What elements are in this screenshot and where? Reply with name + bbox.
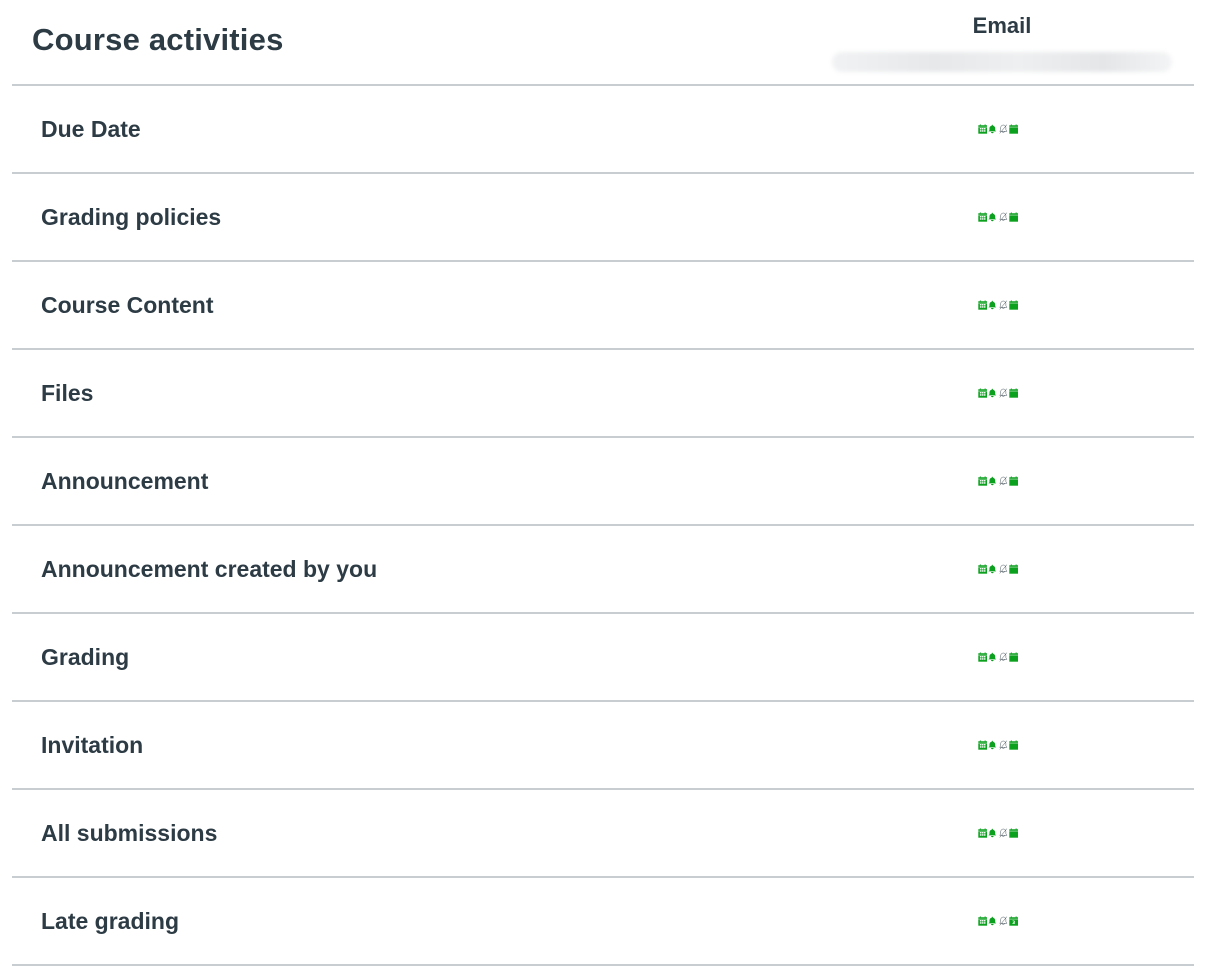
table-row: Course Content	[12, 262, 1194, 350]
email-address-redacted	[832, 52, 1172, 72]
email-preference-button[interactable]	[978, 460, 1018, 502]
email-preference-button[interactable]	[978, 108, 1018, 150]
calendar-day-icon	[1008, 740, 1018, 750]
bell-off-icon	[999, 564, 1008, 574]
email-preference-button[interactable]	[978, 548, 1018, 590]
calendar-day-icon	[1008, 124, 1018, 134]
table-row: Announcement created by you	[12, 526, 1194, 614]
email-preference-button[interactable]	[978, 196, 1018, 238]
bell-icon	[988, 740, 997, 750]
email-column-header: Email	[828, 12, 1176, 72]
calendar-day-icon	[1008, 300, 1018, 310]
preference-rows: Due Date Grading policies Course Content…	[12, 86, 1194, 966]
calendar-icon	[978, 916, 988, 926]
calendar-day-icon	[1008, 828, 1018, 838]
calendar-icon	[978, 388, 988, 398]
bell-icon	[988, 300, 997, 310]
table-row: Announcement	[12, 438, 1194, 526]
bell-off-icon	[999, 476, 1008, 486]
bell-off-icon	[999, 388, 1008, 398]
row-label: Late grading	[41, 908, 180, 934]
bell-icon	[988, 916, 997, 926]
row-label: Course Content	[41, 292, 214, 318]
row-label: Due Date	[41, 116, 141, 142]
calendar-icon	[978, 476, 988, 486]
email-preference-button[interactable]	[978, 284, 1018, 326]
calendar-day-icon	[1008, 652, 1018, 662]
email-preference-button[interactable]	[978, 812, 1018, 854]
calendar-day-icon: 3	[1008, 916, 1018, 926]
bell-icon	[988, 828, 997, 838]
row-label: All submissions	[41, 820, 218, 846]
row-label: Files	[41, 380, 94, 406]
notification-preferences: Course activities Email Due Date Grading…	[0, 0, 1222, 972]
calendar-day-icon	[1008, 212, 1018, 222]
svg-text:3: 3	[1012, 920, 1015, 926]
bell-off-icon	[999, 212, 1008, 222]
table-row: Grading	[12, 614, 1194, 702]
bell-icon	[988, 124, 997, 134]
table-header: Course activities Email	[12, 0, 1194, 86]
calendar-day-icon	[1008, 476, 1018, 486]
row-label: Announcement	[41, 468, 209, 494]
calendar-icon	[978, 212, 988, 222]
bell-off-icon	[999, 828, 1008, 838]
calendar-icon	[978, 740, 988, 750]
bell-off-icon	[999, 300, 1008, 310]
row-label: Invitation	[41, 732, 144, 758]
email-preference-button[interactable]: 3	[978, 900, 1018, 942]
email-preference-button[interactable]	[978, 636, 1018, 678]
calendar-icon	[978, 124, 988, 134]
table-row: Due Date	[12, 86, 1194, 174]
table-row: Grading policies	[12, 174, 1194, 262]
row-label: Grading	[41, 644, 130, 670]
calendar-day-icon	[1008, 388, 1018, 398]
bell-icon	[988, 652, 997, 662]
calendar-day-icon	[1008, 564, 1018, 574]
bell-off-icon	[999, 916, 1008, 926]
calendar-icon	[978, 564, 988, 574]
bell-off-icon	[999, 124, 1008, 134]
calendar-icon	[978, 652, 988, 662]
email-preference-button[interactable]	[978, 372, 1018, 414]
table-row: All submissions	[12, 790, 1194, 878]
calendar-icon	[978, 300, 988, 310]
table-row: Invitation	[12, 702, 1194, 790]
bell-off-icon	[999, 652, 1008, 662]
row-label: Announcement created by you	[41, 556, 378, 582]
bell-icon	[988, 212, 997, 222]
bell-off-icon	[999, 740, 1008, 750]
table-row: Late grading 3	[12, 878, 1194, 966]
email-column-label: Email	[972, 13, 1032, 38]
bell-icon	[988, 388, 997, 398]
email-preference-button[interactable]	[978, 724, 1018, 766]
bell-icon	[988, 564, 997, 574]
row-label: Grading policies	[41, 204, 222, 230]
page-title: Course activities	[32, 22, 284, 57]
calendar-icon	[978, 828, 988, 838]
bell-icon	[988, 476, 997, 486]
table-row: Files	[12, 350, 1194, 438]
